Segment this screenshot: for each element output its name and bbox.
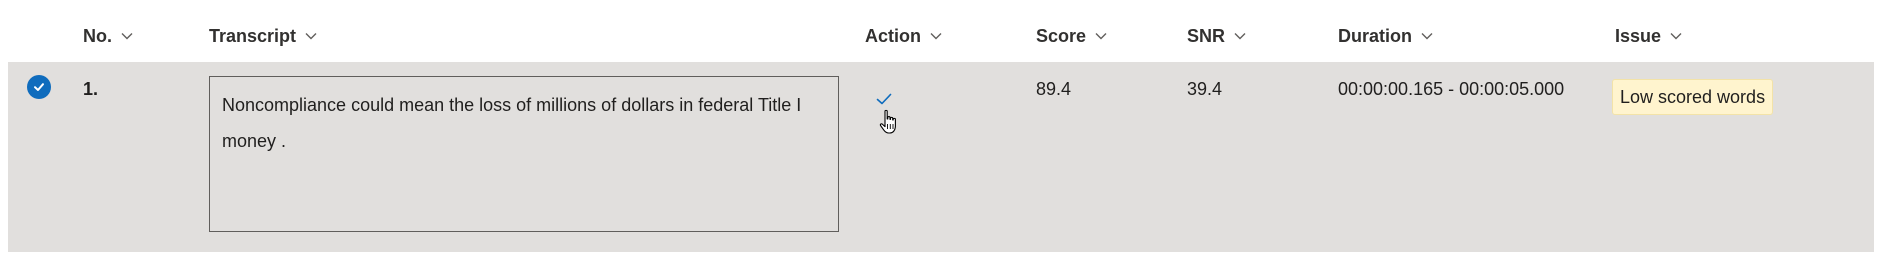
transcript-field[interactable]: Noncompliance could mean the loss of mil… bbox=[209, 76, 839, 232]
checkmark-icon bbox=[875, 90, 893, 108]
snr-value: 39.4 bbox=[1187, 79, 1223, 99]
column-header-action[interactable]: Action bbox=[865, 24, 943, 48]
column-header-snr-label: SNR bbox=[1187, 25, 1226, 46]
chevron-down-icon bbox=[1094, 29, 1108, 43]
column-header-transcript-label: Transcript bbox=[209, 25, 297, 46]
column-header-score-label: Score bbox=[1036, 25, 1087, 46]
column-header-no-label: No. bbox=[83, 25, 112, 46]
chevron-down-icon bbox=[120, 29, 134, 43]
column-header-duration-label: Duration bbox=[1338, 25, 1412, 46]
chevron-down-icon bbox=[929, 29, 943, 43]
column-header-transcript[interactable]: Transcript bbox=[209, 24, 318, 48]
column-header-issue-label: Issue bbox=[1615, 25, 1662, 46]
score-value: 89.4 bbox=[1036, 79, 1072, 99]
table-row[interactable]: 1. Noncompliance could mean the loss of … bbox=[8, 62, 1874, 252]
grid-header: No. Transcript Action Score SNR Duration… bbox=[0, 0, 1882, 62]
chevron-down-icon bbox=[1669, 29, 1683, 43]
checkmark-circle-icon bbox=[32, 80, 46, 94]
column-header-score[interactable]: Score bbox=[1036, 24, 1108, 48]
chevron-down-icon bbox=[304, 29, 318, 43]
hand-pointer-cursor bbox=[878, 109, 900, 135]
column-header-action-label: Action bbox=[865, 25, 921, 46]
duration-value: 00:00:00.165 - 00:00:05.000 bbox=[1338, 79, 1565, 99]
chevron-down-icon bbox=[1233, 29, 1247, 43]
issue-badge: Low scored words bbox=[1612, 79, 1774, 115]
column-header-no[interactable]: No. bbox=[83, 24, 134, 48]
column-header-snr[interactable]: SNR bbox=[1187, 24, 1247, 48]
row-select-checkbox[interactable] bbox=[27, 75, 51, 99]
column-header-duration[interactable]: Duration bbox=[1338, 24, 1434, 48]
chevron-down-icon bbox=[1420, 29, 1434, 43]
row-number: 1. bbox=[83, 79, 99, 99]
transcript-grid: No. Transcript Action Score SNR Duration… bbox=[0, 0, 1882, 260]
approve-action-button[interactable] bbox=[875, 90, 893, 108]
column-header-issue[interactable]: Issue bbox=[1615, 24, 1683, 48]
